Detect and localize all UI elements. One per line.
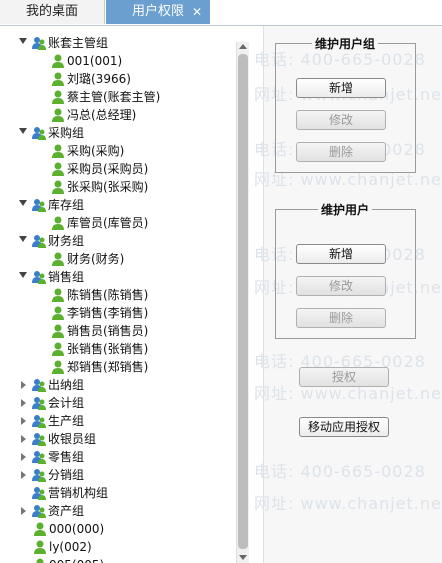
tree-group-node[interactable]: 账套主管组 bbox=[0, 34, 236, 52]
tree-node-label: 营销机构组 bbox=[48, 486, 109, 500]
add-group-button[interactable]: 新增 bbox=[296, 78, 386, 98]
tree-node-label: 张销售(张销售) bbox=[67, 342, 149, 356]
scroll-down-arrow-icon[interactable] bbox=[239, 555, 247, 560]
tree-node-label: 账套主管组 bbox=[48, 36, 109, 50]
collapse-arrow-icon[interactable] bbox=[19, 272, 27, 278]
collapse-arrow-icon[interactable] bbox=[19, 236, 27, 242]
add-user-button[interactable]: 新增 bbox=[296, 244, 386, 264]
tree-node-label: 财务组 bbox=[48, 234, 85, 248]
edit-user-button[interactable]: 修改 bbox=[296, 276, 386, 296]
tree-user-node[interactable]: 采购员(采购员) bbox=[0, 160, 236, 178]
watermark-phone: 电话: 400-665-0028 bbox=[254, 462, 426, 481]
tree-node-label: ly(002) bbox=[49, 540, 92, 554]
tab-label: 用户权限 bbox=[131, 4, 184, 19]
tab-my-desktop[interactable]: 我的桌面 bbox=[0, 0, 105, 24]
tree-node-label: 005(005) bbox=[49, 556, 104, 563]
tree-user-node[interactable]: ly(002) bbox=[0, 538, 236, 556]
expand-arrow-icon[interactable] bbox=[21, 381, 26, 389]
expand-arrow-icon[interactable] bbox=[21, 471, 26, 479]
delete-group-button[interactable]: 删除 bbox=[296, 142, 386, 162]
tree-user-node[interactable]: 张采购(张采购) bbox=[0, 178, 236, 196]
tree-group-node[interactable]: 资产组 bbox=[0, 502, 236, 520]
tree-node-label: 郑销售(郑销售) bbox=[67, 360, 149, 374]
tree-node-label: 李销售(李销售) bbox=[67, 306, 149, 320]
user-box-title: 维护用户 bbox=[318, 201, 373, 218]
maintain-user-box: 维护用户 新增 修改 删除 bbox=[275, 201, 416, 339]
maintain-user-group-box: 维护用户组 新增 修改 删除 bbox=[275, 35, 416, 173]
tree-user-node[interactable]: 冯总(总经理) bbox=[0, 106, 236, 124]
watermark-site: 网址: www.chanjet.net bbox=[254, 494, 442, 513]
tree-group-node[interactable]: 采购组 bbox=[0, 124, 236, 142]
tree-group-node[interactable]: 销售组 bbox=[0, 268, 236, 286]
tree-node-label: 001(001) bbox=[67, 54, 123, 68]
tab-bar: 我的桌面 用户权限 ✕ bbox=[0, 0, 442, 26]
collapse-arrow-icon[interactable] bbox=[19, 128, 27, 134]
tree-node-label: 会计组 bbox=[48, 396, 85, 410]
tree-node-label: 张采购(张采购) bbox=[67, 180, 149, 194]
tree-node-label: 采购(采购) bbox=[67, 144, 125, 158]
scroll-up-arrow-icon[interactable] bbox=[239, 44, 247, 49]
user-tree: 账套主管组 001(001) 刘璐(3966) 蔡主管(账套主管) 冯总(总经理) 采购组… bbox=[0, 34, 248, 563]
edit-group-button[interactable]: 修改 bbox=[296, 110, 386, 130]
tree-node-label: 零售组 bbox=[48, 450, 85, 464]
tree-node-label: 出纳组 bbox=[48, 378, 85, 392]
collapse-arrow-icon[interactable] bbox=[19, 200, 27, 206]
expand-arrow-icon[interactable] bbox=[21, 399, 26, 407]
tree-node-label: 收银员组 bbox=[48, 432, 97, 446]
tree-scrollbar[interactable] bbox=[236, 42, 249, 563]
mobile-app-authorize-button[interactable]: 移动应用授权 bbox=[299, 417, 389, 437]
tree-group-node[interactable]: 会计组 bbox=[0, 394, 236, 412]
expand-arrow-icon[interactable] bbox=[21, 417, 26, 425]
scrollbar-thumb[interactable] bbox=[238, 54, 248, 549]
tree-user-node[interactable]: 刘璐(3966) bbox=[0, 70, 236, 88]
tab-user-permissions[interactable]: 用户权限 ✕ bbox=[106, 0, 210, 24]
tree-user-node[interactable]: 陈销售(陈销售) bbox=[0, 286, 236, 304]
tree-group-node[interactable]: 营销机构组 bbox=[0, 484, 236, 502]
user-icon bbox=[32, 557, 48, 563]
tab-label: 我的桌面 bbox=[25, 4, 78, 19]
tree-node-label: 采购员(采购员) bbox=[67, 162, 149, 176]
tree-user-node[interactable]: 销售员(销售员) bbox=[0, 322, 236, 340]
tree-user-node[interactable]: 财务(财务) bbox=[0, 250, 236, 268]
tree-node-label: 刘璐(3966) bbox=[67, 72, 131, 86]
tree-node-label: 资产组 bbox=[48, 504, 85, 518]
tree-group-node[interactable]: 财务组 bbox=[0, 232, 236, 250]
action-panel: 电话: 400-665-0028 网址: www.chanjet.net 电话:… bbox=[254, 26, 442, 563]
tree-node-label: 销售员(销售员) bbox=[67, 324, 149, 338]
tree-group-node[interactable]: 库存组 bbox=[0, 196, 236, 214]
tree-node-label: 陈销售(陈销售) bbox=[67, 288, 149, 302]
expand-arrow-icon[interactable] bbox=[21, 435, 26, 443]
tree-node-label: 生产组 bbox=[48, 414, 85, 428]
tree-node-label: 销售组 bbox=[48, 270, 85, 284]
tree-user-node[interactable]: 采购(采购) bbox=[0, 142, 236, 160]
tree-node-label: 财务(财务) bbox=[67, 252, 125, 266]
tree-group-node[interactable]: 出纳组 bbox=[0, 376, 236, 394]
tree-user-node[interactable]: 张销售(张销售) bbox=[0, 340, 236, 358]
tree-user-node[interactable]: 蔡主管(账套主管) bbox=[0, 88, 236, 106]
tree-user-node[interactable]: 郑销售(郑销售) bbox=[0, 358, 236, 376]
delete-user-button[interactable]: 删除 bbox=[296, 308, 386, 328]
tree-node-label: 采购组 bbox=[48, 126, 85, 140]
tree-user-node[interactable]: 005(005) bbox=[0, 556, 236, 563]
close-icon[interactable]: ✕ bbox=[192, 0, 202, 24]
tree-group-node[interactable]: 零售组 bbox=[0, 448, 236, 466]
tree-node-label: 库管员(库管员) bbox=[67, 216, 149, 230]
tree-node-label: 蔡主管(账套主管) bbox=[67, 90, 161, 104]
user-group-box-title: 维护用户组 bbox=[312, 35, 379, 52]
tree-user-node[interactable]: 000(000) bbox=[0, 520, 236, 538]
tree-user-node[interactable]: 李销售(李销售) bbox=[0, 304, 236, 322]
collapse-arrow-icon[interactable] bbox=[19, 38, 27, 44]
tree-group-node[interactable]: 收银员组 bbox=[0, 430, 236, 448]
expand-arrow-icon[interactable] bbox=[21, 507, 26, 515]
tree-node-label: 库存组 bbox=[48, 198, 85, 212]
tree-group-node[interactable]: 分销组 bbox=[0, 466, 236, 484]
tree-node-label: 冯总(总经理) bbox=[67, 108, 137, 122]
tree-user-node[interactable]: 库管员(库管员) bbox=[0, 214, 236, 232]
tree-node-label: 分销组 bbox=[48, 468, 85, 482]
tree-user-node[interactable]: 001(001) bbox=[0, 52, 236, 70]
tree-node-label: 000(000) bbox=[49, 522, 105, 536]
authorize-button[interactable]: 授权 bbox=[299, 367, 389, 387]
expand-arrow-icon[interactable] bbox=[21, 453, 26, 461]
tree-group-node[interactable]: 生产组 bbox=[0, 412, 236, 430]
